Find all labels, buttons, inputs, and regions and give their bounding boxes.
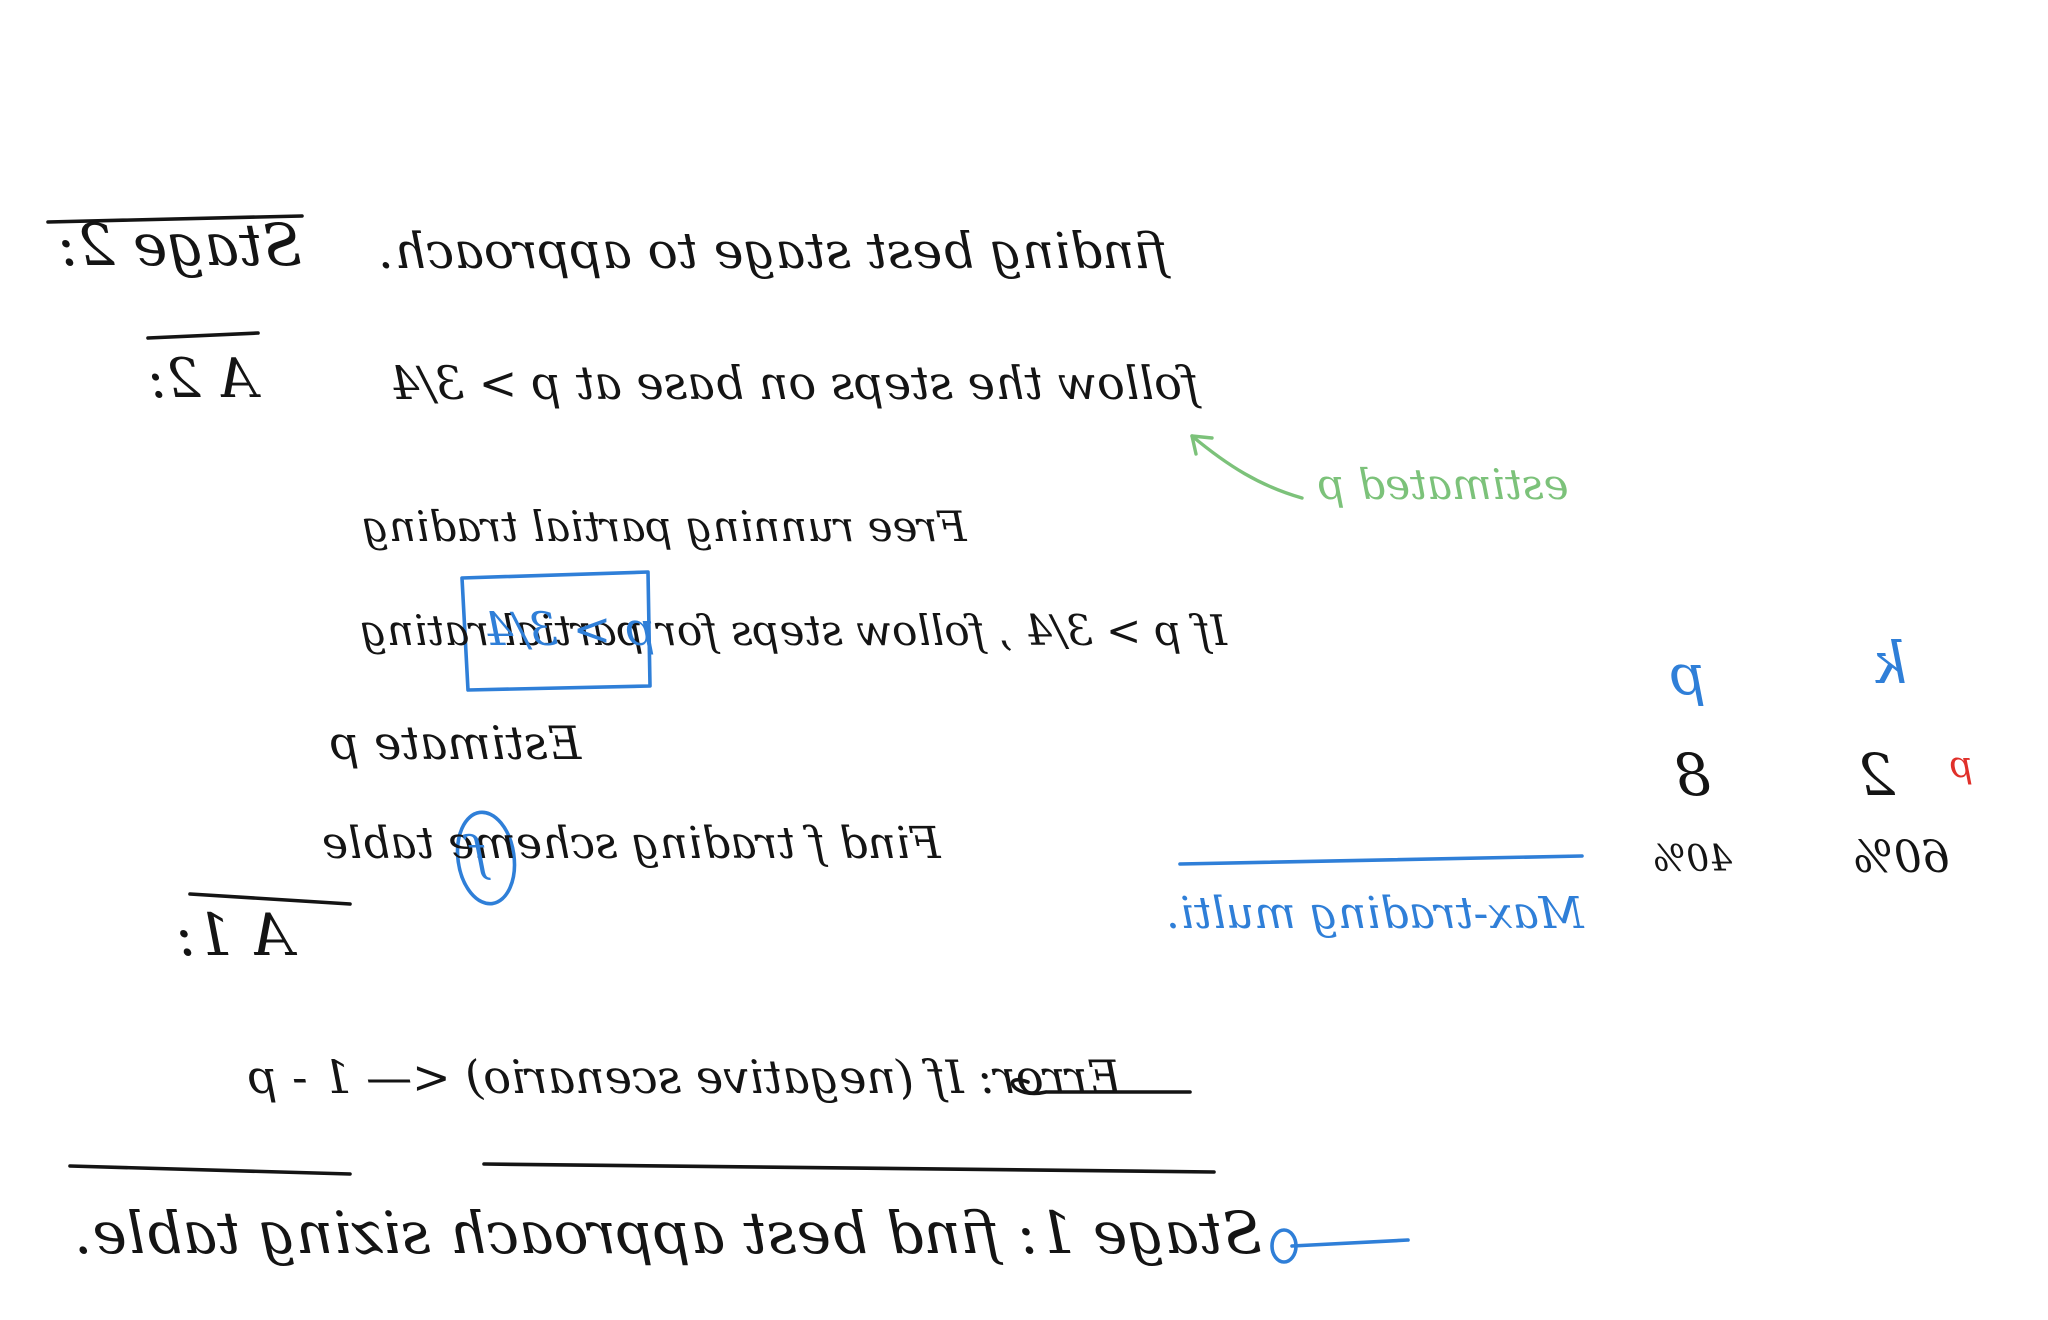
item2-body: follow the steps on base at p > 3/4 [390, 356, 1199, 410]
item2-overline [146, 331, 260, 340]
bullet-item: Estimate p [330, 716, 582, 770]
stage2-body: finding best stage to approach. [378, 222, 1168, 280]
circled-variable: f [470, 826, 488, 882]
blue-arrow [1290, 1238, 1410, 1248]
item1-label: A 1: [176, 901, 293, 969]
boxed-expression: p > 3/4 [484, 602, 656, 656]
table-header-p: p [1670, 643, 1706, 708]
bullet-dot [292, 746, 300, 754]
stage1-overline-left [68, 1164, 352, 1176]
table-cell: 8 [1674, 741, 1711, 809]
blue-separator [1178, 854, 1584, 866]
item2-label: A 2: [148, 347, 257, 410]
bullet-item: Free running partial trading [362, 502, 967, 551]
bullet-dot [304, 632, 312, 640]
table-header-k: k [1872, 629, 1908, 697]
estimated-note: estimated p [1318, 460, 1569, 509]
bullet-dot [290, 841, 298, 849]
table-cell: 40% [1652, 839, 1733, 880]
whiteboard-canvas: Stage 2: finding best stage to approach.… [0, 0, 2048, 1320]
table-cell: 2 [1858, 741, 1895, 809]
bullet-dot [312, 553, 320, 561]
blue-note: Max-trading multi. [1166, 888, 1584, 939]
ink-strokes [46, 214, 1584, 1264]
bullet-dot [206, 1074, 214, 1082]
stage2-title: Stage 2: [58, 211, 302, 279]
stage1-title: Stage 1: find best approach sizing table… [74, 1199, 1262, 1267]
bullet-item: Find f trading scheme table [322, 818, 941, 869]
stage1-overline-right [482, 1162, 1216, 1174]
green-arrow [1190, 434, 1304, 500]
red-mark: p [1950, 745, 1974, 786]
table-cell: 60% [1852, 832, 1950, 883]
error-line: Error: If (negative scenario) <— 1 - p [248, 1050, 1122, 1104]
